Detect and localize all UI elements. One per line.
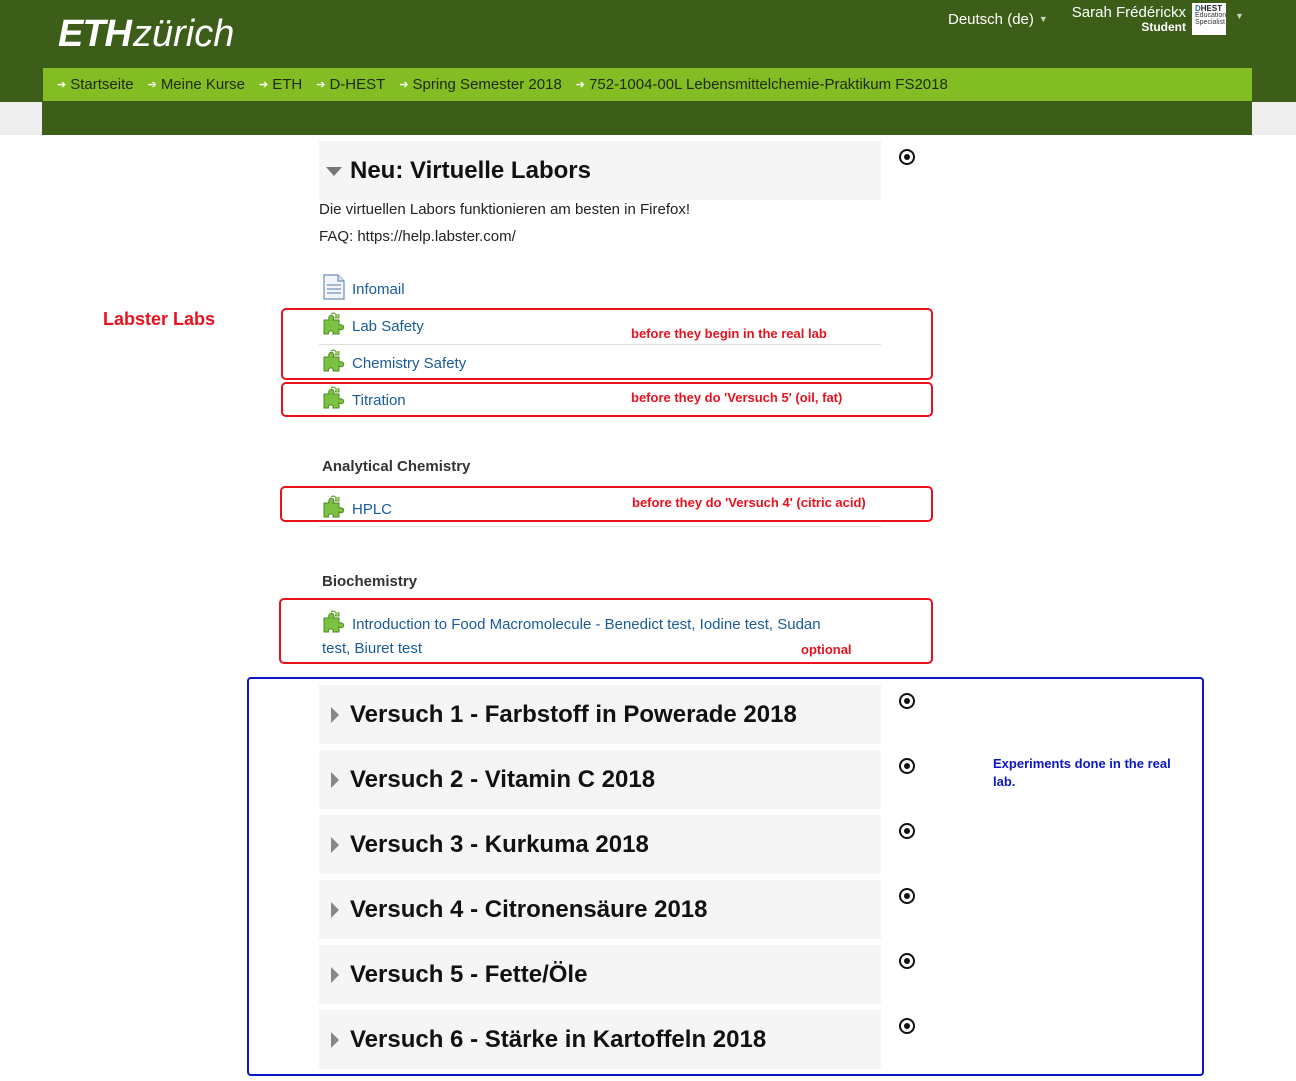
arrow-right-icon: ➔ xyxy=(575,79,586,91)
target-icon[interactable] xyxy=(899,823,915,839)
avatar-line2: Education xyxy=(1195,12,1227,19)
user-name: Sarah Frédérickx xyxy=(1071,4,1186,21)
language-label: Deutsch (de) xyxy=(948,11,1034,28)
chevron-right-icon[interactable] xyxy=(331,902,339,918)
chevron-right-icon[interactable] xyxy=(331,837,339,853)
breadcrumb-item-course[interactable]: ➔ 752-1004-00L Lebensmittelchemie-Praktik… xyxy=(576,76,948,93)
section-title: Versuch 4 - Citronensäure 2018 xyxy=(350,896,708,923)
section-title: Versuch 6 - Stärke in Kartoffeln 2018 xyxy=(350,1026,767,1053)
section-header-versuch-4[interactable]: Versuch 4 - Citronensäure 2018 xyxy=(319,880,881,939)
breadcrumb-label: Spring Semester 2018 xyxy=(412,76,562,93)
section-title: Versuch 2 - Vitamin C 2018 xyxy=(350,766,656,793)
section-header-versuch-6[interactable]: Versuch 6 - Stärke in Kartoffeln 2018 xyxy=(319,1010,881,1069)
section-header-versuch-1[interactable]: Versuch 1 - Farbstoff in Powerade 2018 xyxy=(319,685,881,744)
annotation-before-real-lab: before they begin in the real lab xyxy=(631,326,827,341)
logo-zurich-text: zürich xyxy=(133,13,235,55)
section-header-versuch-2[interactable]: Versuch 2 - Vitamin C 2018 xyxy=(319,750,881,809)
chevron-down-icon[interactable] xyxy=(326,167,342,176)
avatar-line3: Specialist xyxy=(1195,19,1225,26)
puzzle-icon xyxy=(323,349,345,372)
target-icon[interactable] xyxy=(899,953,915,969)
logo-eth-text: ETH xyxy=(58,13,132,55)
section-summary-faq: FAQ: https://help.labster.com/ xyxy=(319,228,516,245)
breadcrumb-item-startseite[interactable]: ➔ Startseite xyxy=(57,76,134,93)
breadcrumb-label: 752-1004-00L Lebensmittelchemie-Praktiku… xyxy=(589,76,948,93)
breadcrumb-item-d-hest[interactable]: ➔ D-HEST xyxy=(316,76,385,93)
section-title: Versuch 5 - Fette/Öle xyxy=(350,961,588,988)
arrow-right-icon: ➔ xyxy=(259,79,269,91)
link-infomail[interactable]: Infomail xyxy=(352,281,405,298)
arrow-right-icon: ➔ xyxy=(399,79,409,91)
user-menu[interactable]: Sarah Frédérickx Student xyxy=(1060,4,1186,34)
chevron-right-icon[interactable] xyxy=(331,772,339,788)
link-titration[interactable]: Titration xyxy=(352,392,406,409)
link-lab-safety[interactable]: Lab Safety xyxy=(352,318,424,335)
target-icon[interactable] xyxy=(899,888,915,904)
breadcrumb-label: Meine Kurse xyxy=(160,76,246,93)
breadcrumb-label: ETH xyxy=(272,76,303,93)
caret-down-icon: ▼ xyxy=(1038,14,1048,24)
puzzle-icon xyxy=(323,312,345,335)
breadcrumb-item-eth[interactable]: ➔ ETH xyxy=(259,76,302,93)
target-icon[interactable] xyxy=(899,149,915,165)
section-header-virtual-labs[interactable]: Neu: Virtuelle Labors xyxy=(319,141,881,200)
breadcrumb-label: Startseite xyxy=(70,76,134,93)
breadcrumb-label: D-HEST xyxy=(329,76,386,93)
puzzle-icon xyxy=(323,386,345,409)
target-icon[interactable] xyxy=(899,1018,915,1034)
chevron-right-icon[interactable] xyxy=(331,1032,339,1048)
eth-logo[interactable]: ETHzürich xyxy=(58,12,234,56)
puzzle-icon xyxy=(323,495,345,518)
annotation-experiments-line2: lab. xyxy=(993,774,1016,789)
label-biochemistry: Biochemistry xyxy=(322,573,418,590)
course-header-bar xyxy=(42,102,1252,135)
divider xyxy=(319,526,881,527)
arrow-right-icon: ➔ xyxy=(316,79,326,91)
target-icon[interactable] xyxy=(899,693,915,709)
user-role: Student xyxy=(1141,20,1186,34)
annotation-before-versuch4: before they do 'Versuch 4' (citric acid) xyxy=(632,495,866,510)
arrow-right-icon: ➔ xyxy=(57,79,67,91)
section-header-versuch-5[interactable]: Versuch 5 - Fette/Öle xyxy=(319,945,881,1004)
chevron-right-icon[interactable] xyxy=(331,967,339,983)
divider xyxy=(319,344,881,345)
annotation-labster-labs: Labster Labs xyxy=(103,309,216,329)
section-title: Versuch 3 - Kurkuma 2018 xyxy=(350,831,649,858)
annotation-experiments-line1: Experiments done in the real xyxy=(993,756,1171,771)
language-menu[interactable]: Deutsch (de) ▼ xyxy=(948,11,1048,28)
avatar-title: DHEST xyxy=(1195,5,1226,13)
user-caret-icon[interactable]: ▼ xyxy=(1235,11,1244,21)
avatar[interactable]: DHEST Education Specialist xyxy=(1192,3,1226,35)
chevron-right-icon[interactable] xyxy=(331,707,339,723)
section-title: Versuch 1 - Farbstoff in Powerade 2018 xyxy=(350,701,797,728)
puzzle-icon xyxy=(323,610,345,633)
annotation-optional: optional xyxy=(801,642,852,657)
breadcrumb: ➔ Startseite ➔ Meine Kurse ➔ ETH ➔ D-HEST ➔ S… xyxy=(43,68,1252,101)
section-summary-line1: Die virtuellen Labors funktionieren am b… xyxy=(319,201,691,218)
document-icon xyxy=(323,274,345,300)
link-hplc[interactable]: HPLC xyxy=(352,501,392,518)
link-chemistry-safety[interactable]: Chemistry Safety xyxy=(352,355,466,372)
target-icon[interactable] xyxy=(899,758,915,774)
annotation-before-versuch5: before they do 'Versuch 5' (oil, fat) xyxy=(631,390,843,405)
breadcrumb-item-semester[interactable]: ➔ Spring Semester 2018 xyxy=(399,76,561,93)
section-title: Neu: Virtuelle Labors xyxy=(350,157,591,184)
label-analytical-chemistry: Analytical Chemistry xyxy=(322,458,471,475)
breadcrumb-item-meine-kurse[interactable]: ➔ Meine Kurse xyxy=(148,76,245,93)
section-header-versuch-3[interactable]: Versuch 3 - Kurkuma 2018 xyxy=(319,815,881,874)
link-food-macromolecule[interactable]: Introduction to Food Macromolecule - Ben… xyxy=(352,616,821,633)
site-header: ETHzürich Deutsch (de) ▼ Sarah Frédérickx… xyxy=(0,0,1296,102)
link-food-macromolecule-cont[interactable]: test, Biuret test xyxy=(322,640,422,657)
arrow-right-icon: ➔ xyxy=(147,79,157,91)
